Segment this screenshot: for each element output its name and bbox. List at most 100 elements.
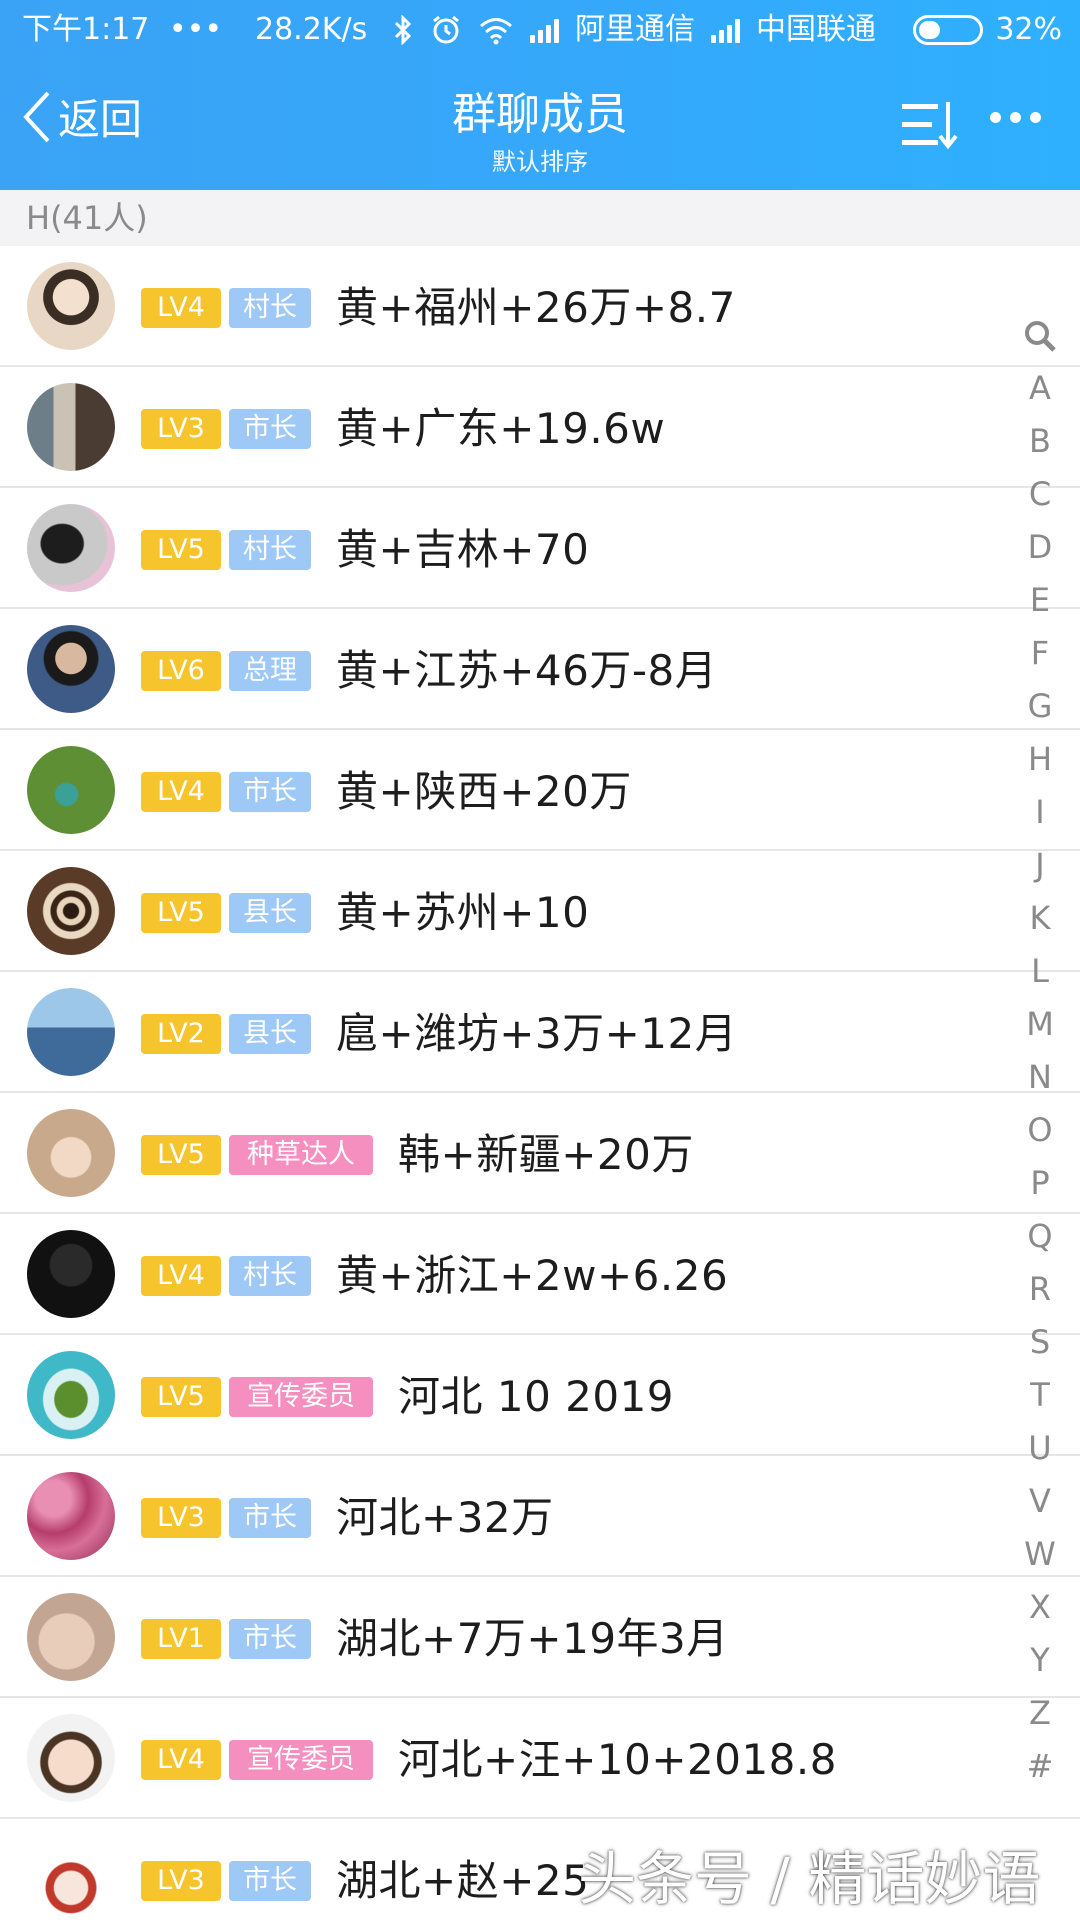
role-badge: 市长: [229, 772, 311, 812]
search-icon[interactable]: [1022, 318, 1058, 354]
network-speed: 28.2K/s: [255, 12, 368, 47]
index-letter[interactable]: E: [1030, 574, 1050, 627]
avatar: [27, 988, 115, 1076]
alarm-icon: [433, 15, 459, 44]
index-letter[interactable]: M: [1026, 998, 1054, 1051]
more-dot-icon: [1010, 112, 1021, 123]
role-badge: 村长: [229, 1256, 311, 1296]
level-badge: LV4: [141, 1256, 221, 1296]
level-badge: LV3: [141, 1498, 221, 1538]
role-badge: 村长: [229, 530, 311, 570]
alphabet-index[interactable]: A B C D E F G H I J K L M N O P Q R S T …: [1010, 318, 1070, 1793]
member-name: 扈+潍坊+3万+12月: [336, 1009, 738, 1058]
role-badge: 市长: [229, 1498, 311, 1538]
watermark: 头条号 / 精话妙语: [578, 1845, 1041, 1913]
index-letter[interactable]: #: [1027, 1740, 1054, 1793]
carrier-2: 中国联通: [756, 12, 876, 47]
role-badge: 村长: [229, 288, 311, 328]
level-badge: LV5: [141, 1377, 221, 1417]
member-row[interactable]: LV6 总理 黄+江苏+46万-8月: [0, 609, 1080, 730]
level-badge: LV5: [141, 893, 221, 933]
level-badge: LV4: [141, 1740, 221, 1780]
member-row[interactable]: LV4 市长 黄+陕西+20万: [0, 730, 1080, 851]
index-letter[interactable]: Y: [1030, 1634, 1050, 1687]
index-letter[interactable]: H: [1028, 733, 1052, 786]
member-row[interactable]: LV4 村长 黄+浙江+2w+6.26: [0, 1214, 1080, 1335]
avatar: [27, 383, 115, 471]
wifi-icon: [480, 18, 512, 45]
role-badge: 总理: [229, 651, 311, 691]
battery-icon: [913, 15, 984, 45]
index-letter[interactable]: I: [1035, 786, 1044, 839]
member-row[interactable]: LV1 市长 湖北+7万+19年3月: [0, 1577, 1080, 1698]
index-letter[interactable]: J: [1035, 839, 1044, 892]
member-row[interactable]: LV2 县长 扈+潍坊+3万+12月: [0, 972, 1080, 1093]
index-letter[interactable]: F: [1031, 627, 1049, 680]
index-letter[interactable]: Z: [1029, 1687, 1051, 1740]
member-row[interactable]: LV5 宣传委员 河北 10 2019: [0, 1335, 1080, 1456]
avatar: [27, 504, 115, 592]
member-list: LV4 村长 黄+福州+26万+8.7 LV3 市长 黄+广东+19.6w LV…: [0, 246, 1080, 1920]
index-letter[interactable]: D: [1028, 521, 1053, 574]
index-letter[interactable]: X: [1029, 1581, 1051, 1634]
member-name: 黄+江苏+46万-8月: [336, 646, 718, 695]
clock-text: 下午1:17: [22, 12, 150, 47]
member-name: 湖北+赵+25: [336, 1856, 590, 1905]
role-badge: 市长: [229, 1619, 311, 1659]
role-badge: 县长: [229, 893, 311, 933]
sort-icon: [902, 102, 958, 150]
index-letter[interactable]: U: [1028, 1422, 1051, 1475]
role-badge: 种草达人: [229, 1135, 373, 1175]
index-letter[interactable]: A: [1029, 362, 1051, 415]
index-letter[interactable]: P: [1030, 1157, 1049, 1210]
index-letter[interactable]: G: [1028, 680, 1053, 733]
index-letter[interactable]: Q: [1027, 1210, 1052, 1263]
avatar: [27, 1593, 115, 1681]
status-time: 下午1:17 •••: [22, 0, 222, 60]
level-badge: LV3: [141, 409, 221, 449]
member-row[interactable]: LV5 种草达人 韩+新疆+20万: [0, 1093, 1080, 1214]
index-letter[interactable]: S: [1030, 1316, 1050, 1369]
member-name: 湖北+7万+19年3月: [336, 1614, 729, 1663]
member-row[interactable]: LV5 县长 黄+苏州+10: [0, 851, 1080, 972]
status-bar: 下午1:17 ••• 28.2K/s 阿里通信 中国联通 32%: [0, 0, 1080, 60]
member-name: 韩+新疆+20万: [398, 1130, 694, 1179]
member-name: 河北+汪+10+2018.8: [398, 1735, 837, 1784]
member-name: 河北+32万: [336, 1493, 554, 1542]
level-badge: LV6: [141, 651, 221, 691]
avatar: [27, 1351, 115, 1439]
index-letter[interactable]: V: [1029, 1475, 1051, 1528]
member-row[interactable]: LV4 村长 黄+福州+26万+8.7: [0, 246, 1080, 367]
member-name: 河北 10 2019: [398, 1372, 675, 1421]
member-row[interactable]: LV3 市长 河北+32万: [0, 1456, 1080, 1577]
member-row[interactable]: LV5 村长 黄+吉林+70: [0, 488, 1080, 609]
member-name: 黄+福州+26万+8.7: [336, 283, 736, 332]
member-row[interactable]: LV3 市长 黄+广东+19.6w: [0, 367, 1080, 488]
index-letter[interactable]: N: [1028, 1051, 1052, 1104]
sort-button[interactable]: [900, 98, 960, 156]
role-badge: 市长: [229, 409, 311, 449]
title-bar: 返回 群聊成员 默认排序: [0, 60, 1080, 190]
role-badge: 县长: [229, 1014, 311, 1054]
index-letter[interactable]: R: [1029, 1263, 1051, 1316]
index-letter[interactable]: L: [1031, 945, 1049, 998]
status-icons: 阿里通信 中国联通: [392, 0, 876, 60]
index-letter[interactable]: C: [1029, 468, 1051, 521]
index-letter[interactable]: K: [1030, 892, 1051, 945]
member-name: 黄+广东+19.6w: [336, 404, 666, 453]
member-row[interactable]: LV4 宣传委员 河北+汪+10+2018.8: [0, 1698, 1080, 1819]
index-letter[interactable]: B: [1029, 415, 1051, 468]
carrier-1: 阿里通信: [575, 12, 695, 47]
battery-percent: 32%: [995, 12, 1062, 47]
signal-icon: [530, 17, 559, 43]
level-badge: LV5: [141, 530, 221, 570]
more-button[interactable]: [990, 112, 1041, 123]
index-letter[interactable]: T: [1030, 1369, 1050, 1422]
index-letter[interactable]: W: [1024, 1528, 1056, 1581]
level-badge: LV1: [141, 1619, 221, 1659]
level-badge: LV2: [141, 1014, 221, 1054]
avatar: [27, 746, 115, 834]
index-letter[interactable]: O: [1027, 1104, 1052, 1157]
avatar: [27, 1472, 115, 1560]
member-name: 黄+陕西+20万: [336, 767, 632, 816]
